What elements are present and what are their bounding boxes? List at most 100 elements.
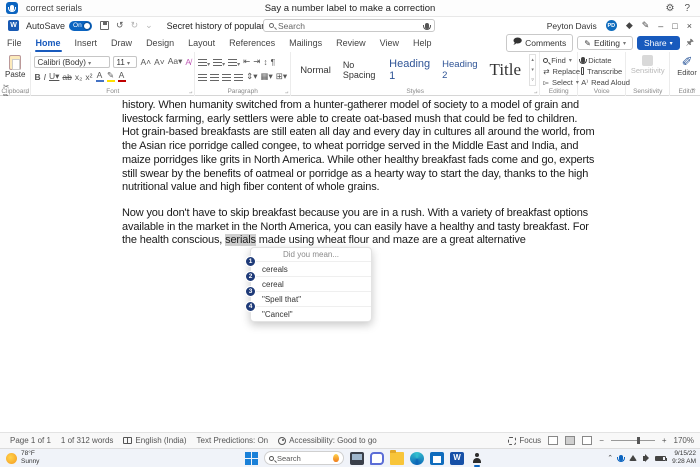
align-left-icon[interactable]	[198, 68, 207, 86]
language-indicator[interactable]: English (India)	[135, 436, 186, 445]
microsoft-store-icon[interactable]	[430, 452, 444, 465]
avatar[interactable]: PD	[606, 20, 617, 31]
align-center-icon[interactable]	[210, 68, 219, 86]
style-heading2[interactable]: Heading 2	[436, 55, 483, 85]
tab-file[interactable]: File	[0, 34, 29, 52]
word-count[interactable]: 1 of 312 words	[61, 436, 113, 445]
styles-gallery-scrollbar[interactable]: ▴▾▿	[529, 54, 536, 86]
taskbar-search[interactable]: Search	[264, 451, 344, 465]
font-family-combo[interactable]: Calibri (Body) ▾	[34, 56, 110, 68]
justify-icon[interactable]	[234, 68, 243, 86]
text-predictions[interactable]: Text Predictions: On	[197, 436, 269, 445]
zoom-slider-thumb[interactable]	[637, 437, 640, 444]
increase-indent-icon[interactable]: ⇥	[253, 56, 260, 67]
styles-dialog-launcher[interactable]: ⌐	[534, 89, 538, 95]
borders-icon[interactable]: ⊞▾	[276, 71, 287, 82]
edge-browser-icon[interactable]	[410, 452, 424, 465]
feedback-icon[interactable]: 🖈	[686, 35, 694, 51]
scroll-up-icon[interactable]: ▴	[530, 55, 535, 65]
find-button[interactable]: Find▾	[543, 55, 574, 65]
zoom-percentage[interactable]: 170%	[674, 436, 694, 445]
zoom-slider[interactable]	[611, 440, 655, 441]
read-aloud-button[interactable]: A⁾Read Aloud	[581, 77, 622, 87]
selected-word[interactable]: serials	[225, 234, 256, 246]
save-icon[interactable]	[100, 21, 109, 30]
style-heading1[interactable]: Heading 1	[383, 55, 436, 85]
undo-icon[interactable]: ↺	[116, 20, 124, 31]
read-mode-icon[interactable]	[548, 436, 558, 445]
strikethrough-icon[interactable]: ab	[62, 72, 71, 82]
highlight-color-icon[interactable]: ✎	[107, 72, 115, 82]
share-button[interactable]: Share▾	[637, 36, 680, 50]
file-explorer-icon[interactable]	[390, 452, 404, 465]
suggestion-item-3[interactable]: 3 "Spell that"	[251, 291, 371, 306]
weather-widget[interactable]: 78°FSunny	[6, 450, 39, 466]
zoom-in-button[interactable]: +	[662, 436, 667, 445]
search-mic-icon[interactable]	[425, 23, 429, 29]
redo-icon[interactable]: ↻	[131, 20, 139, 31]
accessibility-status[interactable]: Accessibility: Good to go	[289, 436, 377, 445]
show-formatting-icon[interactable]: ¶	[271, 57, 276, 67]
font-size-combo[interactable]: 11 ▾	[113, 56, 137, 68]
word-taskbar-icon[interactable]	[450, 452, 464, 465]
paste-button[interactable]: Paste	[5, 55, 25, 79]
clear-formatting-icon[interactable]: A̸	[185, 57, 191, 67]
comments-button[interactable]: 🗩Comments	[506, 34, 574, 52]
windows-start-button[interactable]	[245, 452, 258, 465]
sort-icon[interactable]: ↕	[263, 57, 267, 67]
collapse-ribbon-icon[interactable]: ⌄	[690, 84, 696, 92]
wifi-icon[interactable]	[629, 455, 637, 461]
suggestion-item-4[interactable]: 4 "Cancel"	[251, 306, 371, 321]
tray-mic-icon[interactable]	[619, 455, 623, 461]
tab-draw[interactable]: Draw	[104, 34, 139, 52]
grow-font-icon[interactable]: A˄	[140, 57, 151, 67]
suggestion-item-1[interactable]: 1 cereals	[251, 261, 371, 276]
tab-design[interactable]: Design	[139, 34, 181, 52]
tab-home[interactable]: Home	[29, 34, 68, 52]
restore-button[interactable]: □	[672, 21, 677, 31]
bold-icon[interactable]: B	[34, 72, 40, 82]
pen-mode-icon[interactable]: ✎	[642, 20, 650, 31]
search-box[interactable]: Search	[263, 19, 435, 32]
user-name[interactable]: Peyton Davis	[547, 21, 597, 31]
page-indicator[interactable]: Page 1 of 1	[10, 436, 51, 445]
line-spacing-icon[interactable]: ⇕▾	[246, 71, 257, 82]
dictate-button[interactable]: Dictate	[581, 55, 622, 65]
voice-access-icon[interactable]	[470, 452, 484, 465]
autosave-toggle[interactable]: On	[69, 21, 92, 31]
focus-mode[interactable]: Focus	[519, 436, 541, 445]
underline-icon[interactable]: U▾	[49, 71, 59, 82]
web-layout-icon[interactable]	[582, 436, 592, 445]
teams-chat-icon[interactable]	[370, 452, 384, 465]
transcribe-button[interactable]: Transcribe	[581, 66, 622, 76]
editor-button[interactable]: ✐ Editor	[673, 54, 700, 78]
task-view-icon[interactable]	[350, 452, 364, 465]
editing-mode-button[interactable]: ✎Editing▾	[577, 36, 633, 50]
font-color-icon[interactable]: A	[118, 72, 126, 82]
tray-overflow-icon[interactable]: ⌃	[607, 454, 613, 462]
battery-icon[interactable]	[655, 456, 666, 461]
font-dialog-launcher[interactable]: ⌐	[189, 89, 193, 95]
superscript-icon[interactable]: x²	[85, 72, 92, 82]
speaker-icon[interactable]	[643, 456, 646, 461]
paragraph-dialog-launcher[interactable]: ⌐	[285, 89, 289, 95]
style-normal[interactable]: Normal	[294, 55, 337, 85]
scroll-down-icon[interactable]: ▾	[530, 65, 535, 75]
tab-help[interactable]: Help	[406, 34, 439, 52]
shrink-font-icon[interactable]: A˅	[154, 57, 165, 67]
tab-mailings[interactable]: Mailings	[282, 34, 329, 52]
customize-qat-icon[interactable]: ⌄	[145, 20, 153, 31]
style-title[interactable]: Title	[484, 55, 528, 85]
decrease-indent-icon[interactable]: ⇤	[243, 56, 250, 67]
select-button[interactable]: ▻Select▾	[543, 77, 574, 87]
style-no-spacing[interactable]: No Spacing	[337, 55, 383, 85]
tab-references[interactable]: References	[222, 34, 282, 52]
subscript-icon[interactable]: x₂	[75, 72, 83, 82]
settings-gear-icon[interactable]: ⚙	[665, 3, 674, 14]
tab-review[interactable]: Review	[329, 34, 373, 52]
tab-layout[interactable]: Layout	[181, 34, 222, 52]
replace-button[interactable]: ⇄Replace	[543, 66, 574, 76]
zoom-out-button[interactable]: −	[599, 436, 604, 445]
close-button[interactable]: ×	[687, 21, 692, 31]
clock[interactable]: 9/15/22 9:28 AM	[672, 450, 696, 466]
